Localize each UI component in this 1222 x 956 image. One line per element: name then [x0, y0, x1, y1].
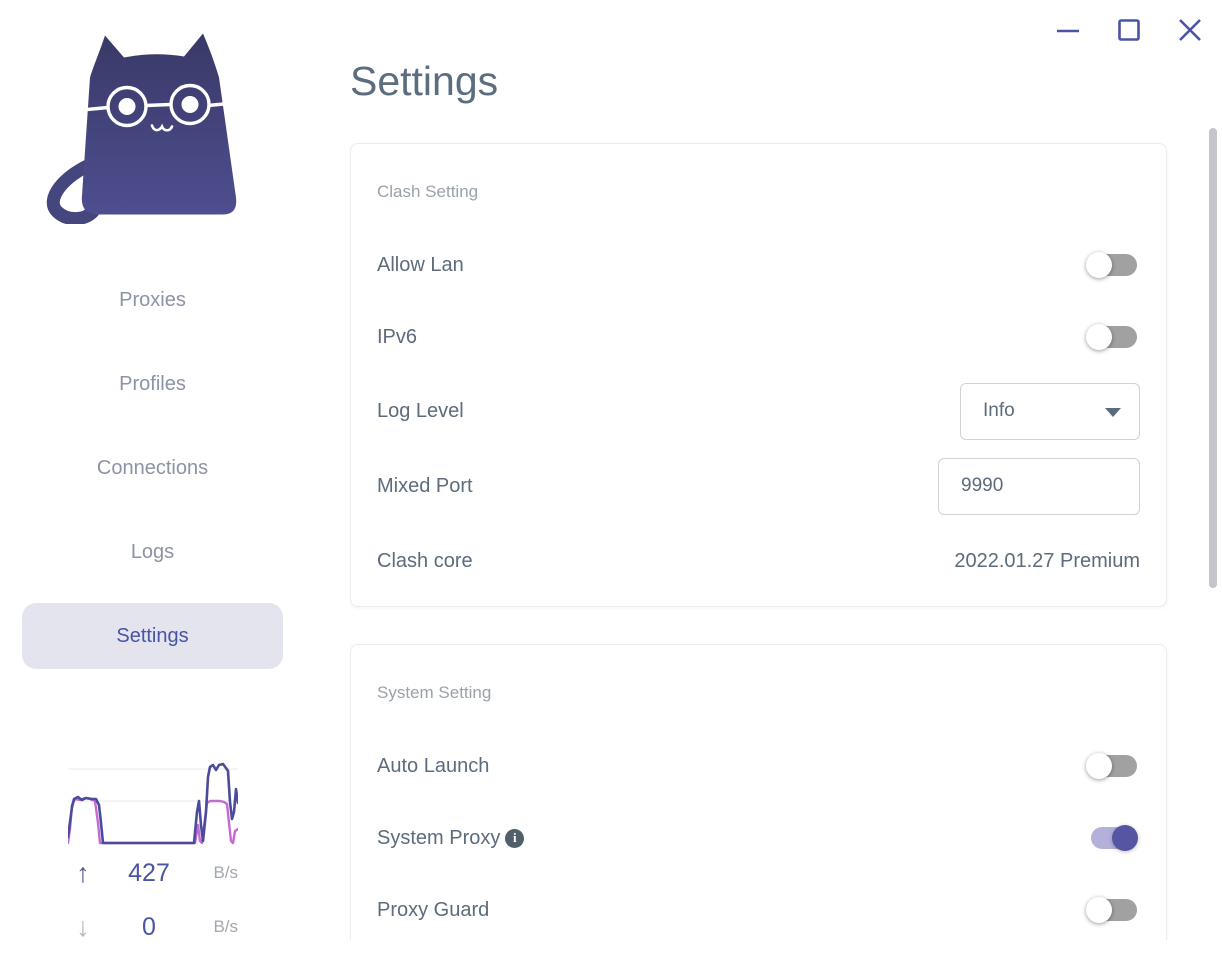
ipv6-label: IPv6 — [377, 325, 418, 348]
page-title: Settings — [350, 58, 499, 104]
minimize-button[interactable] — [1056, 16, 1080, 44]
clash-setting-card: Clash Setting Allow Lan IPv6 Log Level I… — [350, 143, 1167, 607]
close-icon — [1179, 19, 1201, 41]
download-arrow-icon: ↓ — [76, 911, 90, 942]
system-setting-section-title: System Setting — [377, 683, 492, 702]
mixed-port-input[interactable] — [938, 457, 1140, 515]
system-setting-card: System Setting Auto Launch System Proxy … — [350, 644, 1167, 940]
upload-speed-unit: B/s — [213, 863, 238, 882]
window-controls — [1056, 16, 1202, 44]
sidebar-item-profiles[interactable]: Profiles — [22, 351, 283, 417]
proxy-guard-row: Proxy Guard — [377, 885, 1140, 935]
sidebar-item-proxies[interactable]: Proxies — [22, 267, 283, 333]
upload-arrow-icon: ↑ — [76, 857, 90, 888]
mixed-port-label: Mixed Port — [377, 474, 473, 497]
maximize-button[interactable] — [1117, 16, 1141, 44]
mixed-port-row: Mixed Port — [377, 457, 1140, 515]
log-level-selected-value: Info — [983, 400, 1015, 421]
upload-speed-value: 427 — [128, 858, 170, 887]
proxy-guard-label: Proxy Guard — [377, 898, 490, 921]
sidebar-item-connections[interactable]: Connections — [22, 435, 283, 501]
settings-scroll-area: Clash Setting Allow Lan IPv6 Log Level I… — [350, 130, 1170, 940]
traffic-graph — [68, 762, 238, 845]
toggle-knob — [1086, 252, 1112, 278]
log-level-label: Log Level — [377, 399, 464, 422]
info-icon[interactable]: i — [505, 828, 525, 848]
sidebar: Proxies Profiles Connections Logs Settin… — [0, 0, 305, 956]
clash-core-label: Clash core — [377, 549, 473, 572]
upload-speed-row: ↑ 427 B/s — [66, 856, 238, 890]
maximize-icon — [1118, 19, 1140, 41]
allow-lan-row: Allow Lan — [377, 240, 1140, 290]
system-proxy-toggle[interactable] — [1086, 824, 1138, 852]
clash-core-row: Clash core 2022.01.27 Premium — [377, 536, 1140, 586]
download-speed-row: ↓ 0 B/s — [66, 910, 238, 944]
sidebar-item-settings[interactable]: Settings — [22, 603, 283, 669]
system-proxy-label: System Proxy — [377, 826, 501, 849]
auto-launch-row: Auto Launch — [377, 741, 1140, 791]
proxy-guard-toggle[interactable] — [1086, 896, 1138, 924]
toggle-knob — [1086, 897, 1112, 923]
auto-launch-toggle[interactable] — [1086, 752, 1138, 780]
system-proxy-row: System Proxy i — [377, 813, 1140, 863]
toggle-knob — [1086, 753, 1112, 779]
download-series-line — [68, 796, 238, 845]
chevron-down-icon — [1105, 407, 1121, 417]
ipv6-row: IPv6 — [377, 312, 1140, 362]
sidebar-item-logs[interactable]: Logs — [22, 519, 283, 585]
clash-setting-section-title: Clash Setting — [377, 182, 479, 201]
minimize-icon — [1057, 29, 1079, 33]
vertical-scrollbar-thumb[interactable] — [1209, 128, 1217, 588]
allow-lan-toggle[interactable] — [1086, 251, 1138, 279]
clash-core-version: 2022.01.27 Premium — [954, 549, 1140, 572]
ipv6-toggle[interactable] — [1086, 323, 1138, 351]
close-button[interactable] — [1178, 16, 1202, 44]
allow-lan-label: Allow Lan — [377, 253, 464, 276]
toggle-knob — [1086, 324, 1112, 350]
download-speed-unit: B/s — [213, 917, 238, 936]
log-level-select[interactable]: Info — [960, 382, 1140, 440]
download-speed-value: 0 — [142, 912, 156, 941]
log-level-row: Log Level Info — [377, 382, 1140, 440]
upload-series-line — [68, 762, 238, 845]
clash-cat-logo — [46, 33, 237, 224]
auto-launch-label: Auto Launch — [377, 754, 490, 777]
toggle-knob — [1112, 825, 1138, 851]
